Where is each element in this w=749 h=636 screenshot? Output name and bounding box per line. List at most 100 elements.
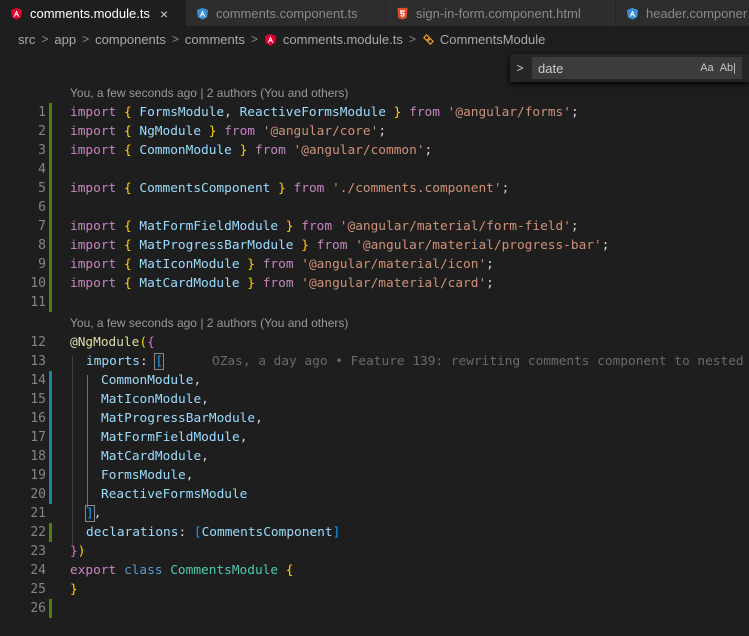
editor-tab-bar: comments.module.ts × comments.component.… xyxy=(0,0,749,26)
code-line[interactable]: 13 imports: [ OZas, a day ago • Feature … xyxy=(0,352,749,371)
breadcrumb-separator: > xyxy=(171,32,179,46)
html5-icon xyxy=(397,7,408,19)
gutter-added-indicator[interactable] xyxy=(49,141,52,160)
inline-blame-annotation: OZas, a day ago • Feature 139: rewriting… xyxy=(212,354,744,369)
gutter-added-indicator[interactable] xyxy=(49,255,52,274)
code-text: FormsModule, xyxy=(101,468,194,483)
code-text: import { MatIconModule } from '@angular/… xyxy=(70,257,494,272)
code-line[interactable]: 12 @NgModule({ xyxy=(0,333,749,352)
code-line[interactable]: 16 MatProgressBarModule, xyxy=(0,409,749,428)
code-line[interactable]: 5 import { CommentsComponent } from './c… xyxy=(0,179,749,198)
code-text: @NgModule({ xyxy=(70,335,155,350)
line-number: 15 xyxy=(30,392,46,407)
line-number: 22 xyxy=(30,525,46,540)
gutter-modified-indicator[interactable] xyxy=(49,390,52,409)
codelens-blame[interactable]: You, a few seconds ago | 2 authors (You … xyxy=(70,314,348,333)
breadcrumb-separator: > xyxy=(250,32,258,46)
gutter-added-indicator[interactable] xyxy=(49,103,52,122)
code-line[interactable]: 21 ], xyxy=(0,504,749,523)
angular-icon xyxy=(196,7,209,20)
code-text: MatFormFieldModule, xyxy=(101,430,248,445)
line-number: 13 xyxy=(30,354,46,369)
breadcrumb: src > app > components > comments > comm… xyxy=(0,26,749,52)
tab-comments-component[interactable]: comments.component.ts xyxy=(186,0,386,26)
code-text: } xyxy=(70,582,78,597)
line-number: 21 xyxy=(30,506,46,521)
code-line[interactable]: 19 FormsModule, xyxy=(0,466,749,485)
code-line[interactable]: 8 import { MatProgressBarModule } from '… xyxy=(0,236,749,255)
code-text: CommonModule, xyxy=(101,373,202,388)
find-input-box[interactable]: date Aa Ab| xyxy=(532,57,742,79)
code-line[interactable]: 2 import { NgModule } from '@angular/cor… xyxy=(0,122,749,141)
line-number: 24 xyxy=(30,563,46,578)
code-text: export class CommentsModule { xyxy=(70,563,294,578)
code-line[interactable]: 17 MatFormFieldModule, xyxy=(0,428,749,447)
code-line[interactable]: 24 export class CommentsModule { xyxy=(0,561,749,580)
gutter-added-indicator[interactable] xyxy=(49,523,52,542)
code-line[interactable]: 4 xyxy=(0,160,749,179)
code-line[interactable]: 1 import { FormsModule, ReactiveFormsMod… xyxy=(0,103,749,122)
tab-sign-in-form[interactable]: sign-in-form.component.html xyxy=(386,0,616,26)
tab-label: comments.module.ts xyxy=(30,6,150,21)
gutter-added-indicator[interactable] xyxy=(49,599,52,618)
line-number: 5 xyxy=(38,181,46,196)
code-line[interactable]: 3 import { CommonModule } from '@angular… xyxy=(0,141,749,160)
breadcrumb-item-symbol[interactable]: CommentsModule xyxy=(440,32,546,47)
code-line[interactable]: 23 }) xyxy=(0,542,749,561)
find-input[interactable]: date xyxy=(538,61,694,76)
line-number: 18 xyxy=(30,449,46,464)
gutter-modified-indicator[interactable] xyxy=(49,428,52,447)
code-line[interactable]: 20 ReactiveFormsModule xyxy=(0,485,749,504)
gutter-added-indicator[interactable] xyxy=(49,274,52,293)
code-line[interactable]: 15 MatIconModule, xyxy=(0,390,749,409)
gutter-modified-indicator[interactable] xyxy=(49,409,52,428)
code-text: import { MatFormFieldModule } from '@ang… xyxy=(70,219,579,234)
close-icon[interactable]: × xyxy=(160,6,168,22)
gutter-modified-indicator[interactable] xyxy=(49,485,52,504)
line-number: 2 xyxy=(38,124,46,139)
breadcrumb-item-components[interactable]: components xyxy=(95,32,166,47)
gutter-added-indicator[interactable] xyxy=(49,293,52,312)
gutter-added-indicator[interactable] xyxy=(49,198,52,217)
code-line[interactable]: 14 CommonModule, xyxy=(0,371,749,390)
code-text: import { MatCardModule } from '@angular/… xyxy=(70,276,494,291)
tab-comments-module[interactable]: comments.module.ts × xyxy=(0,0,186,26)
line-number: 7 xyxy=(38,219,46,234)
breadcrumb-item-app[interactable]: app xyxy=(54,32,76,47)
code-line[interactable]: 25 } xyxy=(0,580,749,599)
gutter-added-indicator[interactable] xyxy=(49,179,52,198)
gutter-modified-indicator[interactable] xyxy=(49,371,52,390)
code-text: MatCardModule, xyxy=(101,449,209,464)
angular-icon xyxy=(10,7,23,20)
breadcrumb-separator: > xyxy=(82,32,90,46)
gutter-added-indicator[interactable] xyxy=(49,236,52,255)
line-number: 6 xyxy=(38,200,46,215)
breadcrumb-separator: > xyxy=(41,32,49,46)
toggle-replace-icon[interactable]: > xyxy=(510,61,530,75)
breadcrumb-item-comments[interactable]: comments xyxy=(185,32,245,47)
line-number: 8 xyxy=(38,238,46,253)
code-line[interactable]: 11 xyxy=(0,293,749,312)
codelens-blame[interactable]: You, a few seconds ago | 2 authors (You … xyxy=(70,84,348,103)
whole-word-toggle[interactable]: Ab| xyxy=(720,62,736,74)
code-line[interactable]: 26 xyxy=(0,599,749,618)
tab-header-component[interactable]: header.componer xyxy=(616,0,749,26)
code-text: }) xyxy=(70,544,86,559)
code-editor[interactable]: You, a few seconds ago | 2 authors (You … xyxy=(0,82,749,636)
code-line[interactable]: 22 declarations: [CommentsComponent] xyxy=(0,523,749,542)
code-line[interactable]: 18 MatCardModule, xyxy=(0,447,749,466)
gutter-added-indicator[interactable] xyxy=(49,217,52,236)
class-symbol-icon xyxy=(422,33,434,45)
match-case-toggle[interactable]: Aa xyxy=(700,62,713,74)
gutter-modified-indicator[interactable] xyxy=(49,447,52,466)
gutter-modified-indicator[interactable] xyxy=(49,466,52,485)
breadcrumb-item-src[interactable]: src xyxy=(18,32,35,47)
gutter-added-indicator[interactable] xyxy=(49,160,52,179)
code-line[interactable]: 6 xyxy=(0,198,749,217)
line-number: 26 xyxy=(30,601,46,616)
code-line[interactable]: 10 import { MatCardModule } from '@angul… xyxy=(0,274,749,293)
gutter-added-indicator[interactable] xyxy=(49,122,52,141)
code-line[interactable]: 7 import { MatFormFieldModule } from '@a… xyxy=(0,217,749,236)
breadcrumb-item-file[interactable]: comments.module.ts xyxy=(283,32,403,47)
code-line[interactable]: 9 import { MatIconModule } from '@angula… xyxy=(0,255,749,274)
